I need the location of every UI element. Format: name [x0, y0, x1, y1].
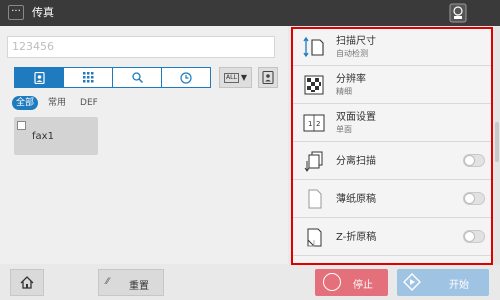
- destination-name: fax1: [32, 131, 54, 142]
- setting-value: 单面: [336, 125, 352, 134]
- toggle-knob: [464, 155, 475, 166]
- separate-scan-icon: [304, 151, 323, 172]
- home-button[interactable]: [10, 269, 44, 296]
- setting-label: 分离扫描: [336, 156, 376, 167]
- svg-text:1: 1: [308, 120, 312, 128]
- setting-label: 扫描尺寸: [336, 36, 376, 47]
- setting-label: 双面设置: [336, 112, 376, 123]
- z-fold-icon: [307, 228, 322, 247]
- index-filters: 全部 常用 DEF: [12, 96, 102, 110]
- menu-button[interactable]: ···: [8, 5, 24, 20]
- filter-dropdown[interactable]: ALL ▼: [219, 67, 252, 88]
- tab-keypad[interactable]: [64, 68, 113, 87]
- filter-favorites[interactable]: 常用: [44, 96, 70, 110]
- thin-paper-toggle[interactable]: [463, 192, 485, 205]
- destination-mode-tabs: [14, 67, 211, 88]
- separate-scan-toggle[interactable]: [463, 154, 485, 167]
- resolution-icon: [304, 75, 324, 95]
- address-book-list-icon: [262, 71, 274, 84]
- search-icon: [131, 72, 143, 83]
- keypad-icon: [82, 72, 93, 83]
- tab-history[interactable]: [162, 68, 210, 87]
- address-book-icon: [33, 71, 45, 84]
- destination-checkbox[interactable]: [17, 121, 26, 130]
- setting-scan-size[interactable]: 扫描尺寸 自动检测: [293, 29, 491, 66]
- tab-address-book[interactable]: [15, 68, 64, 87]
- setting-label: 分辨率: [336, 74, 366, 85]
- thin-paper-icon: [308, 189, 322, 209]
- address-book-list-button[interactable]: [258, 67, 278, 88]
- stop-button[interactable]: 停止: [315, 269, 388, 296]
- setting-label: 薄纸原稿: [336, 194, 376, 205]
- top-bar: ··· 传真: [0, 0, 500, 26]
- destination-item[interactable]: fax1: [14, 117, 98, 155]
- bottom-bar: ⁄⁄ 重置 停止 开始: [0, 266, 500, 300]
- reset-label: 重置: [129, 281, 149, 292]
- start-icon: [403, 273, 421, 291]
- scan-size-icon: [303, 36, 324, 58]
- duplex-icon: 1 2: [303, 114, 325, 132]
- setting-label: Z-折原稿: [336, 232, 377, 243]
- setting-duplex[interactable]: 1 2 双面设置 单面: [293, 105, 491, 142]
- setting-thin-paper[interactable]: 薄纸原稿: [293, 181, 491, 218]
- stop-label: 停止: [353, 280, 373, 291]
- page-title: 传真: [32, 6, 54, 19]
- home-icon: [20, 276, 34, 289]
- setting-value: 精细: [336, 87, 352, 96]
- device-status-icon[interactable]: [449, 3, 467, 23]
- dropdown-value: ALL: [224, 72, 239, 83]
- scan-settings-panel: 扫描尺寸 自动检测 分辨率 精细 1 2 双面设置 单面 分离扫描 薄纸原稿 Z…: [291, 27, 493, 265]
- destination-input[interactable]: 123456: [7, 36, 275, 58]
- reset-icon: ⁄⁄: [106, 277, 110, 287]
- toggle-knob: [464, 231, 475, 242]
- toggle-knob: [464, 193, 475, 204]
- start-button[interactable]: 开始: [397, 269, 489, 296]
- scrollbar-thumb[interactable]: [495, 122, 499, 162]
- z-fold-toggle[interactable]: [463, 230, 485, 243]
- tab-search[interactable]: [113, 68, 162, 87]
- setting-resolution[interactable]: 分辨率 精细: [293, 67, 491, 104]
- reset-button[interactable]: ⁄⁄ 重置: [98, 269, 164, 296]
- setting-separate-scan[interactable]: 分离扫描: [293, 143, 491, 180]
- setting-z-fold[interactable]: Z-折原稿: [293, 219, 491, 256]
- svg-text:2: 2: [316, 120, 320, 128]
- start-label: 开始: [449, 280, 469, 291]
- caret-down-icon: ▼: [240, 73, 247, 82]
- stop-icon: [323, 273, 341, 291]
- settings-scrollbar[interactable]: [494, 27, 500, 265]
- filter-all[interactable]: 全部: [12, 96, 39, 110]
- history-clock-icon: [180, 71, 192, 84]
- filter-def[interactable]: DEF: [76, 96, 102, 110]
- setting-value: 自动检测: [336, 49, 368, 58]
